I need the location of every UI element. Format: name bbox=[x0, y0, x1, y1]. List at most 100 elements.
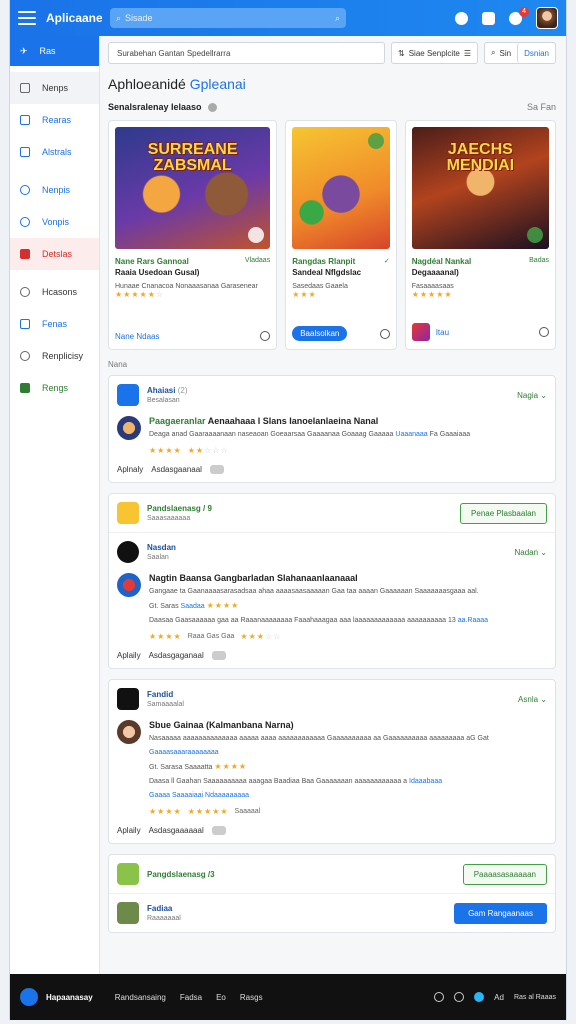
game-row[interactable]: Paagaeranlar Aenaahaaa l Slans Ianoelanl… bbox=[117, 416, 547, 455]
sidebar-item-7[interactable]: Hcasons bbox=[10, 276, 99, 308]
sidebar-item-5[interactable]: Vonpis bbox=[10, 206, 99, 238]
game-thumbnail bbox=[117, 720, 141, 744]
bottom-brand[interactable]: Hapaanasay bbox=[46, 993, 93, 1002]
join-button[interactable]: Penae Plasbaalan bbox=[460, 502, 547, 524]
help-circle-icon[interactable] bbox=[207, 102, 217, 112]
bottom-link[interactable]: Rasgs bbox=[240, 993, 263, 1002]
status-toggle[interactable]: Nadan ⌄ bbox=[514, 548, 547, 557]
sidebar-item-2[interactable]: Rearas bbox=[10, 104, 99, 136]
group-icon bbox=[117, 502, 139, 524]
page-title-main: Aphloeanidé bbox=[108, 76, 186, 92]
star-rating-secondary: ★★★☆☆ bbox=[240, 632, 282, 641]
footer-link[interactable]: Nane Ndaas bbox=[115, 332, 159, 341]
help-icon[interactable] bbox=[455, 11, 468, 25]
game-name: Nane Rars Gannoal bbox=[115, 257, 189, 266]
sidebar-item-1[interactable]: Nenps bbox=[10, 72, 99, 104]
featured-card[interactable]: Rangdas Rlanpit ✓ Sandeal Nflgdslac Sased… bbox=[285, 120, 397, 350]
app-brand[interactable]: Aplicaane bbox=[46, 11, 102, 25]
sidebar-item-8[interactable]: Fenas bbox=[10, 308, 99, 340]
reply-button[interactable]: Aplnaly bbox=[117, 465, 143, 474]
game-name: Nagdéal Nankal bbox=[411, 257, 472, 266]
sidebar-item-4[interactable]: Nenpis bbox=[10, 174, 99, 206]
list-label: Nana bbox=[108, 360, 128, 369]
hamburger-menu-icon[interactable] bbox=[18, 11, 36, 25]
network-icon[interactable] bbox=[474, 992, 485, 1002]
status-toggle[interactable]: Asnla ⌄ bbox=[518, 695, 547, 704]
app-meta: Samaaaalal bbox=[147, 701, 184, 708]
bottom-link[interactable]: Randsansaing bbox=[115, 993, 166, 1002]
bottom-link[interactable]: Fadsa bbox=[180, 993, 202, 1002]
primary-action-button[interactable]: Gam Rangaanaas bbox=[454, 902, 547, 924]
folder-icon bbox=[20, 83, 30, 93]
top-app-bar: Aplicaane ⌕ Sisade ⌕ 4 bbox=[10, 0, 566, 36]
app-name[interactable]: Fandid bbox=[147, 690, 184, 699]
footer-link[interactable]: Itau bbox=[436, 328, 449, 337]
chat-icon[interactable] bbox=[482, 11, 495, 25]
app-meta: Saalan bbox=[147, 554, 169, 561]
play-icon[interactable] bbox=[248, 227, 265, 243]
game-link[interactable]: Gaaaasaaaraaaaaaaa bbox=[149, 748, 489, 758]
join-button[interactable]: Paaaasasaaaaan bbox=[462, 863, 547, 885]
reply-button[interactable]: Aplaily bbox=[117, 826, 141, 835]
comment-icon[interactable] bbox=[211, 826, 226, 835]
game-artwork bbox=[292, 127, 390, 249]
sidebar-item-label: Alstrals bbox=[42, 147, 72, 157]
share-button[interactable]: Asdasgaaaaaal bbox=[149, 826, 204, 835]
check-circle-icon bbox=[527, 227, 543, 243]
app-name[interactable]: Ahaiasi (2) bbox=[147, 386, 187, 395]
featured-card[interactable]: JAECHS MENDIAI Nagdéal Nankal Badas Degaa… bbox=[404, 120, 556, 350]
share-button[interactable]: Asdasgaganaal bbox=[149, 651, 204, 660]
chart-icon bbox=[20, 147, 30, 157]
comment-icon[interactable] bbox=[211, 651, 226, 660]
sidebar-item-label: Fenas bbox=[42, 319, 68, 329]
favorite-icon[interactable] bbox=[539, 327, 549, 337]
chevron-down-icon: ⌄ bbox=[540, 547, 547, 557]
notifications-button[interactable]: 4 bbox=[509, 6, 529, 25]
page-title: Aphloeanidé Gpleanai bbox=[108, 76, 556, 92]
game-description: Deaga anad Gaaraaaanaan naseaoan Goeaars… bbox=[149, 431, 471, 438]
game-tags: Gaaaa Saaaaiaai Ndaaaaaaaaa bbox=[149, 792, 250, 799]
favorite-icon[interactable] bbox=[260, 331, 271, 341]
sort-dropdown[interactable]: ⇅ Siae Senplcite ☰ bbox=[391, 42, 479, 64]
featured-card[interactable]: SURREANE ZABSMAL Nane Rars Gannoal Vladaa… bbox=[108, 120, 278, 350]
sidebar-item-3[interactable]: Alstrals bbox=[10, 136, 99, 168]
card-footer: Nane Ndaas bbox=[115, 331, 271, 341]
settings-icon[interactable] bbox=[454, 992, 465, 1002]
reply-button[interactable]: Aplaily bbox=[117, 651, 141, 660]
sidebar-home-label: Ras bbox=[39, 46, 56, 56]
search-button[interactable]: ⌕ Sin bbox=[485, 43, 518, 63]
user-avatar[interactable] bbox=[536, 7, 558, 29]
sidebar-item-6[interactable]: Detslas bbox=[10, 238, 99, 270]
global-search-input[interactable]: ⌕ Sisade ⌕ bbox=[110, 8, 346, 28]
compass-icon[interactable] bbox=[20, 988, 38, 1006]
clock-icon[interactable] bbox=[434, 992, 445, 1002]
status-toggle[interactable]: Nagia ⌄ bbox=[517, 391, 547, 400]
share-button[interactable]: Asdasgaanaal bbox=[151, 465, 202, 474]
favorite-icon[interactable] bbox=[379, 328, 390, 339]
star-rating: ★★★★★ bbox=[411, 290, 453, 299]
apply-button[interactable]: Dsnian bbox=[517, 43, 555, 63]
search-submit-icon[interactable]: ⌕ bbox=[335, 13, 340, 24]
game-artwork: JAECHS MENDIAI bbox=[411, 127, 549, 249]
sidebar-item-10[interactable]: Rengs bbox=[10, 372, 99, 404]
game-row[interactable]: Nagtin Baansa Gangbarladan Slahanaanlaan… bbox=[117, 573, 547, 641]
filter-input[interactable]: Surabehan Gantan Spedellrarra bbox=[108, 42, 386, 64]
clock-icon bbox=[20, 185, 30, 195]
star-rating: ★★★★ bbox=[149, 807, 182, 816]
game-tag: Vladaas bbox=[244, 257, 271, 264]
comment-icon[interactable] bbox=[209, 465, 224, 474]
app-name[interactable]: Nasdan bbox=[147, 543, 176, 552]
rating-row: ★★★★ Raaa Gas Gaa ★★★☆☆ bbox=[149, 632, 282, 641]
game-row[interactable]: Sbue Gainaa (Kalmanbana Narna) Nasaaaaa … bbox=[117, 720, 547, 816]
sidebar-item-home[interactable]: ✈ Ras bbox=[10, 36, 99, 66]
install-button[interactable]: Baalsolkan bbox=[292, 326, 348, 341]
group-name[interactable]: Pangdslaenasg /3 bbox=[147, 870, 215, 879]
sidebar-item-9[interactable]: Renplicisy bbox=[10, 340, 99, 372]
app-name[interactable]: Fadiaa bbox=[147, 904, 181, 913]
group-name[interactable]: Pandslaenasg / 9 bbox=[147, 504, 212, 513]
bottom-link[interactable]: Eo bbox=[216, 993, 226, 1002]
star-rating-secondary: ★★☆☆☆ bbox=[187, 446, 229, 455]
see-all-link[interactable]: Sa Fan bbox=[527, 102, 556, 112]
game-description: Hunaae Cnanacoa Nonaaasanaa Garasenear bbox=[115, 283, 258, 290]
game-description: Gangaae ta Gaanaaaasarasadsaa ahaa aaaas… bbox=[149, 588, 479, 595]
